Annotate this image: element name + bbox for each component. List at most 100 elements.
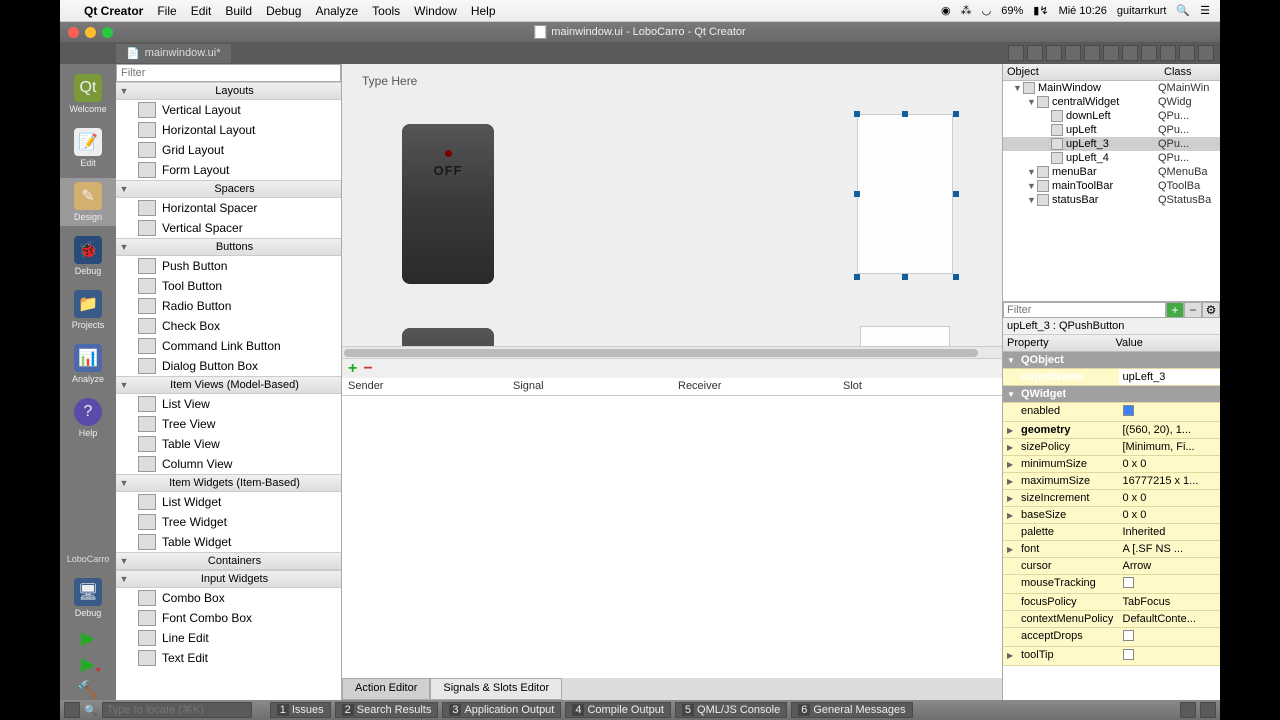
output-toggle-button[interactable] (1180, 702, 1196, 718)
toolbar-button[interactable] (1084, 45, 1100, 61)
selection-handle[interactable] (953, 191, 959, 197)
widget-item[interactable]: Command Link Button (116, 336, 341, 356)
widget-item[interactable]: Tree View (116, 414, 341, 434)
battery-icon[interactable]: ▮↯ (1033, 4, 1048, 17)
spotlight-icon[interactable]: 🔍 (1176, 4, 1190, 17)
canvas-scrollbar[interactable] (342, 346, 1002, 358)
menu-icon[interactable]: ☰ (1200, 4, 1210, 17)
widget-item[interactable]: Radio Button (116, 296, 341, 316)
maximize-button[interactable] (102, 27, 113, 38)
mode-edit[interactable]: 📝Edit (60, 124, 116, 172)
object-tree-row[interactable]: ▼menuBarQMenuBa (1003, 165, 1220, 179)
property-menu-button[interactable]: ⚙ (1202, 302, 1220, 318)
minimize-button[interactable] (85, 27, 96, 38)
toolbar-button[interactable] (1008, 45, 1024, 61)
object-tree-row[interactable]: ▼MainWindowQMainWin (1003, 81, 1220, 95)
widget-item[interactable]: Table Widget (116, 532, 341, 552)
widget-item[interactable]: Form Layout (116, 160, 341, 180)
selection-handle[interactable] (854, 274, 860, 280)
property-filter-input[interactable] (1003, 302, 1166, 318)
object-tree-row[interactable]: upLeft_3QPu... (1003, 137, 1220, 151)
widget-category[interactable]: ▼Spacers (116, 180, 341, 198)
selection-handle[interactable] (854, 111, 860, 117)
widget-item[interactable]: Text Edit (116, 648, 341, 668)
toolbar-button[interactable] (1046, 45, 1062, 61)
property-row[interactable]: ▶baseSize0 x 0 (1003, 507, 1220, 524)
widget-item[interactable]: Column View (116, 454, 341, 474)
widget-item[interactable]: Table View (116, 434, 341, 454)
widget-item[interactable]: List Widget (116, 492, 341, 512)
mode-help[interactable]: ?Help (60, 394, 116, 442)
widget-category[interactable]: ▼Layouts (116, 82, 341, 100)
tab-action-editor[interactable]: Action Editor (342, 678, 430, 700)
debug-run-button[interactable]: ▶● (75, 654, 101, 674)
selection-handle[interactable] (953, 274, 959, 280)
widget-item[interactable]: Grid Layout (116, 140, 341, 160)
add-property-button[interactable]: + (1166, 302, 1184, 318)
object-tree-row[interactable]: ▼mainToolBarQToolBa (1003, 179, 1220, 193)
output-tab[interactable]: 6General Messages (791, 702, 912, 718)
menu-placeholder[interactable]: Type Here (362, 74, 417, 88)
menu-window[interactable]: Window (414, 4, 457, 18)
menu-build[interactable]: Build (225, 4, 252, 18)
widget-upleft4[interactable] (860, 326, 950, 346)
property-row[interactable]: ▶geometry[(560, 20), 1... (1003, 422, 1220, 439)
checkbox-icon[interactable] (1123, 405, 1134, 416)
bluetooth-icon[interactable]: ⁂ (961, 4, 972, 17)
property-row[interactable]: focusPolicyTabFocus (1003, 594, 1220, 611)
output-tab[interactable]: 4Compile Output (565, 702, 671, 718)
object-tree-row[interactable]: upLeftQPu... (1003, 123, 1220, 137)
widget-item[interactable]: Font Combo Box (116, 608, 341, 628)
property-group[interactable]: ▼QWidget (1003, 386, 1220, 403)
widget-item[interactable]: Check Box (116, 316, 341, 336)
app-name[interactable]: Qt Creator (84, 4, 143, 18)
property-row[interactable]: contextMenuPolicyDefaultConte... (1003, 611, 1220, 628)
object-tree[interactable]: ▼MainWindowQMainWin▼centralWidgetQWidgdo… (1003, 81, 1220, 301)
object-tree-row[interactable]: upLeft_4QPu... (1003, 151, 1220, 165)
object-tree-row[interactable]: ▼statusBarQStatusBa (1003, 193, 1220, 207)
menu-tools[interactable]: Tools (372, 4, 400, 18)
run-button[interactable]: ▶ (75, 628, 101, 648)
record-icon[interactable]: ◉ (941, 4, 951, 17)
property-row[interactable]: ▶maximumSize16777215 x 1... (1003, 473, 1220, 490)
property-row[interactable]: ▶sizeIncrement0 x 0 (1003, 490, 1220, 507)
property-row[interactable]: ▶fontA [.SF NS ... (1003, 541, 1220, 558)
widget-item[interactable]: Vertical Layout (116, 100, 341, 120)
widget-category[interactable]: ▼Item Views (Model-Based) (116, 376, 341, 394)
widget-item[interactable]: Horizontal Layout (116, 120, 341, 140)
widget-upleft[interactable]: OFF (402, 124, 494, 284)
project-selector[interactable]: LoboCarro (63, 550, 114, 568)
widget-item[interactable]: Line Edit (116, 628, 341, 648)
property-row[interactable]: ▶minimumSize0 x 0 (1003, 456, 1220, 473)
widget-category[interactable]: ▼Buttons (116, 238, 341, 256)
widget-item[interactable]: Combo Box (116, 588, 341, 608)
add-signal-button[interactable]: + (348, 360, 357, 378)
widget-item[interactable]: Tool Button (116, 276, 341, 296)
user-name[interactable]: guitarrkurt (1117, 5, 1167, 17)
property-row[interactable]: enabled (1003, 403, 1220, 422)
output-tab[interactable]: 3Application Output (442, 702, 561, 718)
object-tree-row[interactable]: ▼centralWidgetQWidg (1003, 95, 1220, 109)
toolbar-close-icon[interactable] (1027, 45, 1043, 61)
output-tab[interactable]: 1Issues (270, 702, 331, 718)
output-tab[interactable]: 5QML/JS Console (675, 702, 787, 718)
menu-debug[interactable]: Debug (266, 4, 301, 18)
checkbox-icon[interactable] (1123, 630, 1134, 641)
menu-file[interactable]: File (157, 4, 176, 18)
property-row[interactable]: objectNameupLeft_3 (1003, 369, 1220, 386)
locator-input[interactable] (102, 702, 252, 718)
widget-item[interactable]: Tree Widget (116, 512, 341, 532)
property-row[interactable]: paletteInherited (1003, 524, 1220, 541)
widget-item[interactable]: Horizontal Spacer (116, 198, 341, 218)
selection-handle[interactable] (854, 191, 860, 197)
toolbar-button[interactable] (1122, 45, 1138, 61)
widget-item[interactable]: Vertical Spacer (116, 218, 341, 238)
mode-projects[interactable]: 📁Projects (60, 286, 116, 334)
property-row[interactable]: ▶toolTip (1003, 647, 1220, 666)
widget-filter-input[interactable] (116, 64, 341, 82)
object-tree-row[interactable]: downLeftQPu... (1003, 109, 1220, 123)
toolbar-button[interactable] (1179, 45, 1195, 61)
build-button[interactable]: 🔨 (75, 680, 101, 700)
checkbox-icon[interactable] (1123, 649, 1134, 660)
wifi-icon[interactable]: ◡ (982, 4, 992, 17)
